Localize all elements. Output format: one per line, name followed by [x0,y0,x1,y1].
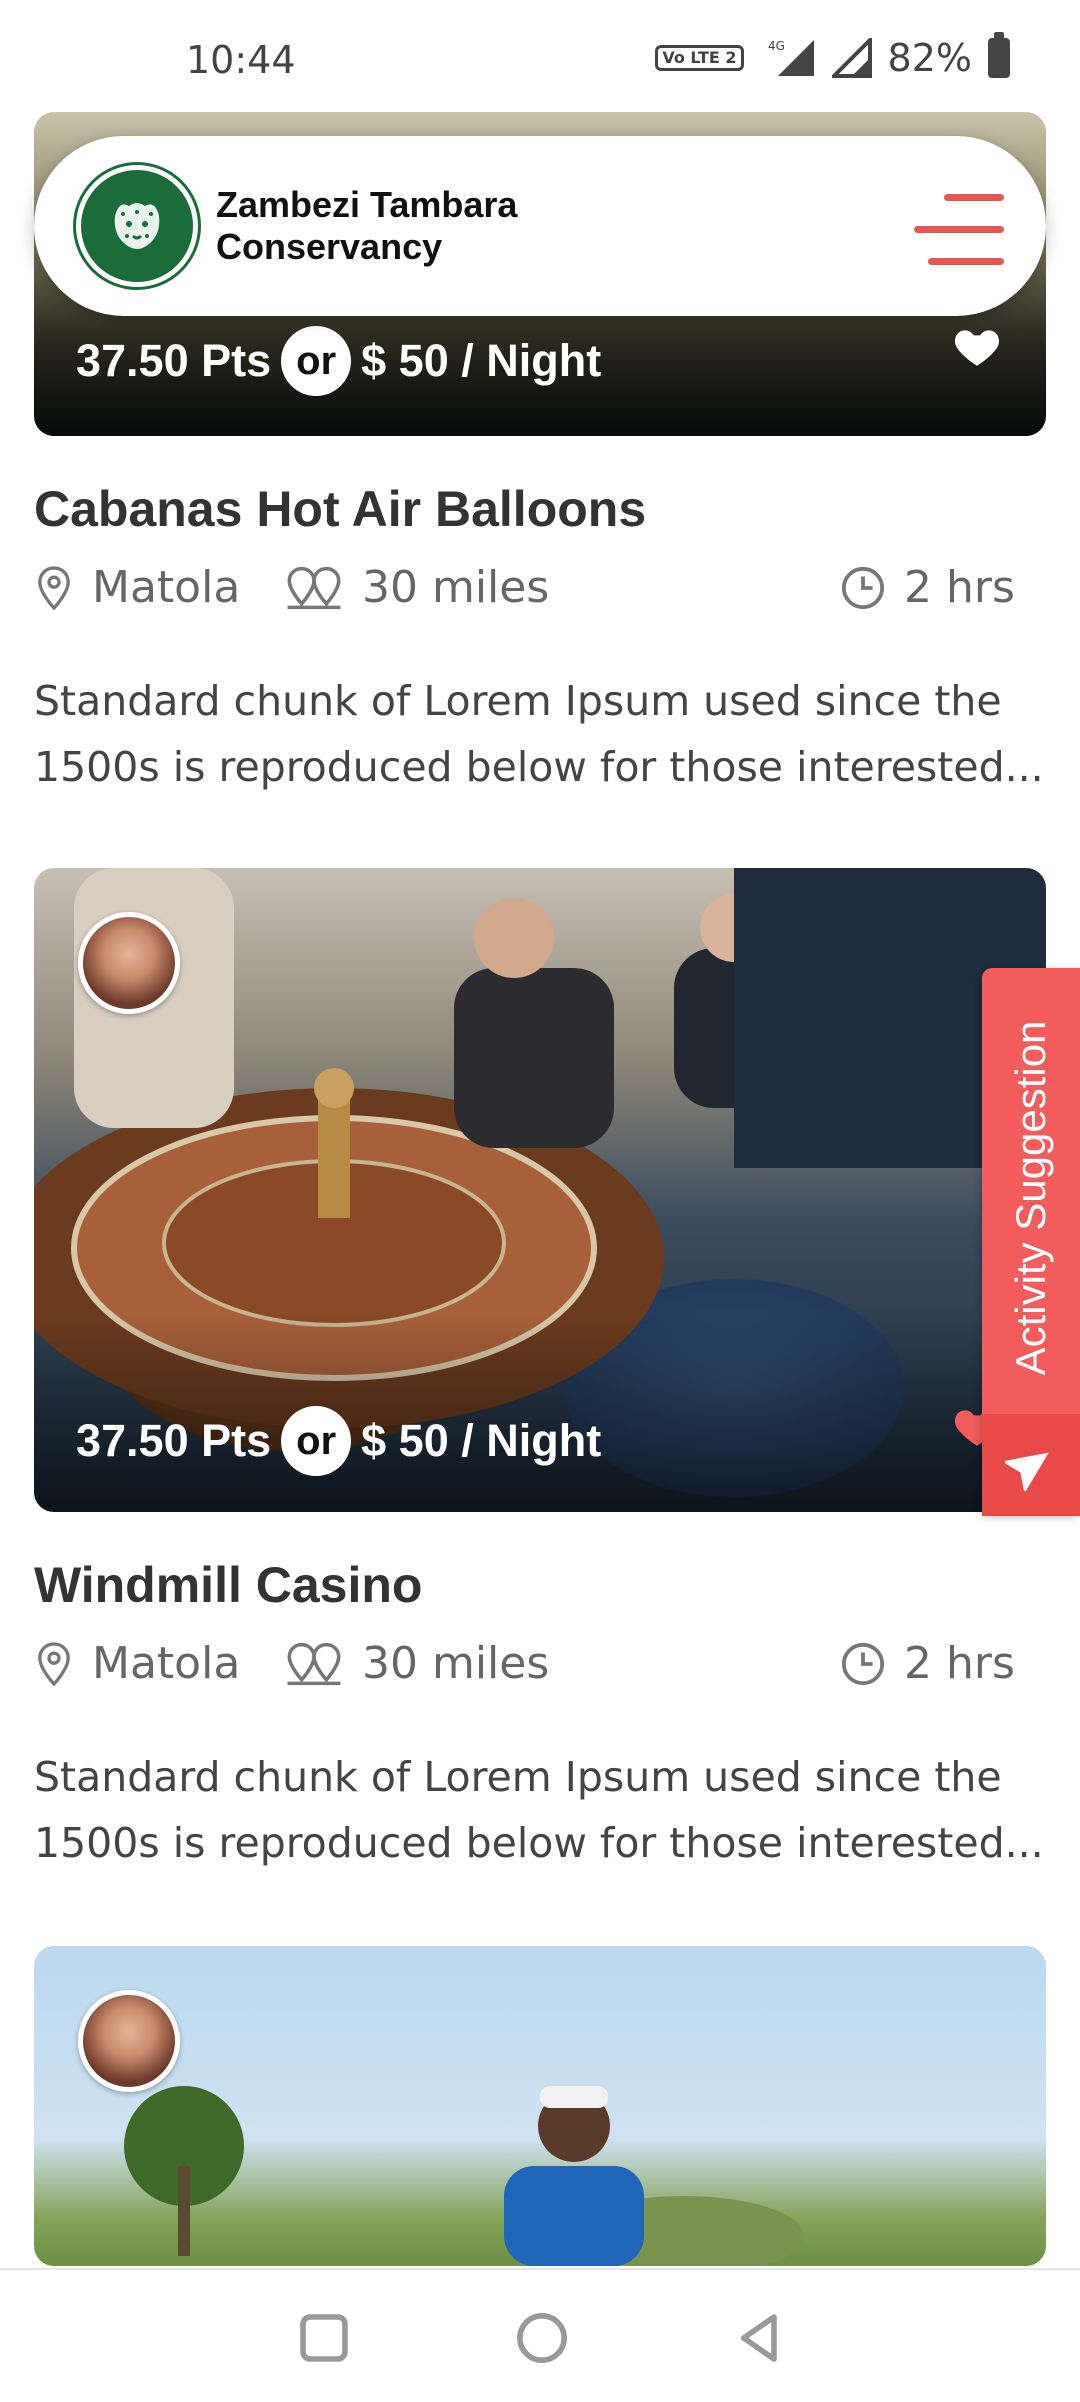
duration-text: 2 hrs [904,1638,1015,1689]
price-row: 37.50 Pts or $ 50 / Night [76,326,601,396]
golf-scene [124,2086,804,2266]
status-time: 10:44 [186,38,296,82]
clock-icon [841,1642,885,1685]
signal-4g-icon: 4G [768,39,814,76]
price-points: 37.50 Pts [76,1415,272,1466]
volte-icon: Vo LTE 2 [655,45,744,71]
location: Matola [34,1638,240,1689]
card-meta: Matola 30 miles 2 hrs [34,1638,1046,1708]
square-icon[interactable] [296,2310,352,2366]
avatar[interactable] [78,912,180,1014]
or-badge: or [281,326,352,396]
distance-text: 30 miles [362,1638,550,1689]
activity-suggestion-tab[interactable]: Activity Suggestion [982,968,1080,1516]
price-row: 37.50 Pts or $ 50 / Night [76,1406,601,1476]
brand-line-1: Zambezi Tambara [216,184,518,225]
price-points: 37.50 Pts [76,335,272,386]
location: Matola [34,562,240,613]
heart-icon[interactable] [952,322,1002,372]
location-text: Matola [92,1638,241,1689]
status-icons: Vo LTE 2 4G 82% [655,32,1010,80]
map-distance-icon [287,1642,341,1685]
brand-line-2: Conservancy [216,226,443,267]
card-title[interactable]: Cabanas Hot Air Balloons [34,480,646,538]
leopard-logo-icon[interactable] [76,165,198,287]
card-meta: Matola 30 miles 2 hrs [34,562,1046,632]
system-nav-bar [0,2268,1080,2402]
distance-text: 30 miles [362,562,550,613]
card-title[interactable]: Windmill Casino [34,1556,422,1614]
price-usd: $ 50 / Night [361,1415,602,1466]
battery-icon [988,32,1010,78]
duration: 2 hrs [840,1638,1015,1689]
send-icon[interactable] [982,1414,1080,1516]
circle-icon[interactable] [514,2310,570,2366]
card-image-golf[interactable] [34,1946,1046,2266]
card-image-casino[interactable]: 37.50 Pts or $ 50 / Night [34,868,1046,1512]
distance: 30 miles [284,562,549,613]
signal-icon [831,38,872,78]
card-description: Standard chunk of Lorem Ipsum used since… [34,677,1044,791]
distance: 30 miles [284,1638,549,1689]
duration-text: 2 hrs [904,562,1015,613]
location-pin-icon [38,565,70,610]
avatar[interactable] [78,1990,180,2092]
svg-text:4G: 4G [768,39,785,53]
duration: 2 hrs [840,562,1015,613]
status-bar: 10:44 Vo LTE 2 4G 82% [0,0,1080,112]
app-header: Zambezi Tambara Conservancy [34,136,1046,316]
clock-icon [841,566,885,609]
location-text: Matola [92,562,241,613]
hamburger-menu-icon[interactable] [914,194,1004,265]
triangle-back-icon[interactable] [732,2310,788,2366]
brand-name: Zambezi Tambara Conservancy [216,184,517,268]
location-pin-icon [38,1641,70,1686]
map-distance-icon [287,566,341,609]
or-badge: or [281,1406,352,1476]
activity-suggestion-label: Activity Suggestion [1007,1020,1054,1376]
battery-percent: 82% [887,36,972,80]
price-usd: $ 50 / Night [361,335,602,386]
card-description: Standard chunk of Lorem Ipsum used since… [34,1753,1044,1867]
